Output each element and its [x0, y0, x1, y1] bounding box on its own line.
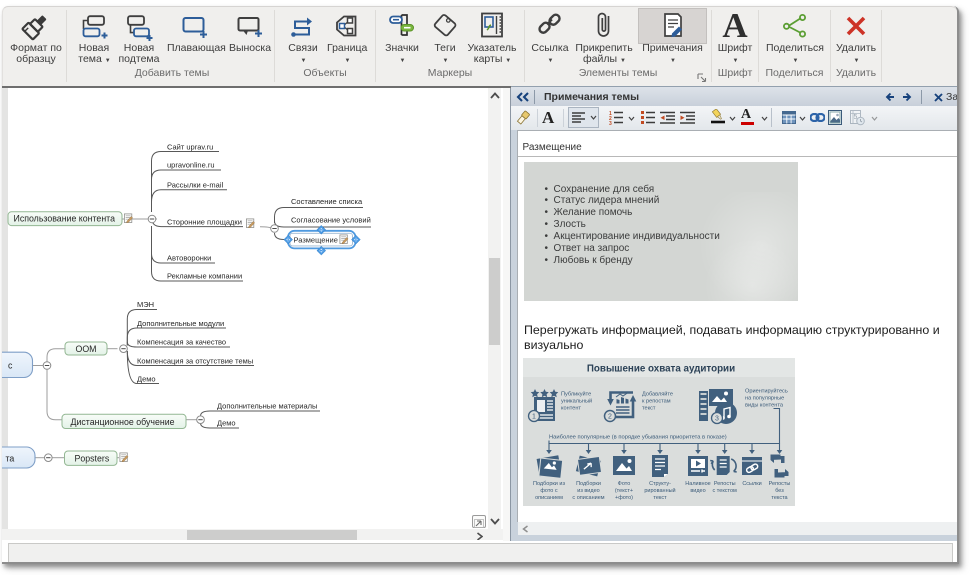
svg-text:Компенсация за качество: Компенсация за качество [137, 338, 226, 347]
svg-text:Сторонние площадки: Сторонние площадки [167, 217, 242, 226]
svg-text:(текст+: (текст+ [614, 488, 632, 494]
svg-text:Дополнительные модули: Дополнительные модули [137, 319, 224, 328]
svg-text:Ориентируйтесь: Ориентируйтесь [745, 387, 788, 394]
svg-text:Согласование условий: Согласование условий [291, 216, 371, 225]
svg-text:Наиболее популярные (в порядке: Наиболее популярные (в порядке убывания … [549, 434, 727, 440]
svg-text:Повышение охвата аудитории: Повышение охвата аудитории [586, 363, 734, 374]
svg-text:виды контента: виды контента [745, 402, 784, 408]
svg-text:Компенсация за отсутствие темы: Компенсация за отсутствие темы [137, 356, 253, 365]
svg-text:Составление списка: Составление списка [291, 197, 363, 206]
svg-text:видео: видео [690, 488, 705, 494]
svg-text:2: 2 [608, 413, 612, 420]
svg-text:Репосты: Репосты [768, 481, 790, 487]
svg-text:Подборки: Подборки [576, 481, 601, 487]
svg-text:Сайт uprav.ru: Сайт uprav.ru [167, 143, 213, 152]
svg-text:уникальный: уникальный [561, 397, 592, 404]
svg-text:3: 3 [715, 415, 719, 422]
svg-text:с текстом: с текстом [712, 488, 737, 494]
svg-text:к репостам: к репостам [642, 398, 671, 404]
svg-text:+фото): +фото) [614, 495, 632, 501]
svg-text:Демо: Демо [217, 419, 236, 428]
svg-text:контент: контент [561, 405, 581, 411]
svg-text:МЭН: МЭН [137, 300, 154, 309]
svg-text:Рекламные компании: Рекламные компании [167, 272, 242, 281]
svg-text:Публикуйте: Публикуйте [561, 390, 591, 397]
svg-text:Добавляйте: Добавляйте [642, 390, 673, 397]
svg-text:без: без [775, 488, 784, 494]
svg-text:описанием: описанием [535, 495, 563, 501]
svg-text:с: с [8, 361, 13, 371]
svg-text:текст: текст [642, 405, 656, 411]
svg-text:Дистанционное обучение: Дистанционное обучение [71, 417, 175, 427]
svg-text:та: та [6, 454, 15, 464]
svg-text:ООМ: ООМ [76, 344, 97, 354]
svg-text:upravonline.ru: upravonline.ru [167, 161, 215, 170]
svg-text:1: 1 [532, 413, 536, 420]
svg-text:Дополнительные материалы: Дополнительные материалы [217, 402, 317, 411]
svg-text:рированный: рированный [644, 487, 675, 494]
svg-text:на популярные: на популярные [745, 395, 784, 401]
svg-text:Popsters: Popsters [75, 454, 110, 464]
svg-text:Автоворонки: Автоворонки [167, 254, 211, 263]
svg-text:текст: текст [653, 495, 667, 501]
svg-text:Фото: Фото [617, 481, 630, 487]
svg-text:Структу-: Структу- [649, 481, 671, 487]
svg-text:Размещение: Размещение [294, 236, 338, 245]
svg-text:Рассылки e-mail: Рассылки e-mail [167, 180, 223, 189]
svg-text:с описанием: с описанием [572, 495, 604, 501]
svg-text:текста: текста [771, 495, 788, 501]
svg-text:Использование контента: Использование контента [14, 214, 116, 224]
svg-text:Демо: Демо [137, 374, 156, 383]
svg-text:Подборки из: Подборки из [533, 481, 565, 487]
svg-text:3: 3 [609, 121, 612, 125]
svg-text:Ссылки: Ссылки [742, 481, 761, 487]
svg-text:Репосты: Репосты [713, 481, 735, 487]
svg-text:Наливное: Наливное [685, 481, 710, 487]
svg-text:из видео: из видео [577, 488, 599, 494]
svg-text:фото с: фото с [540, 488, 558, 494]
